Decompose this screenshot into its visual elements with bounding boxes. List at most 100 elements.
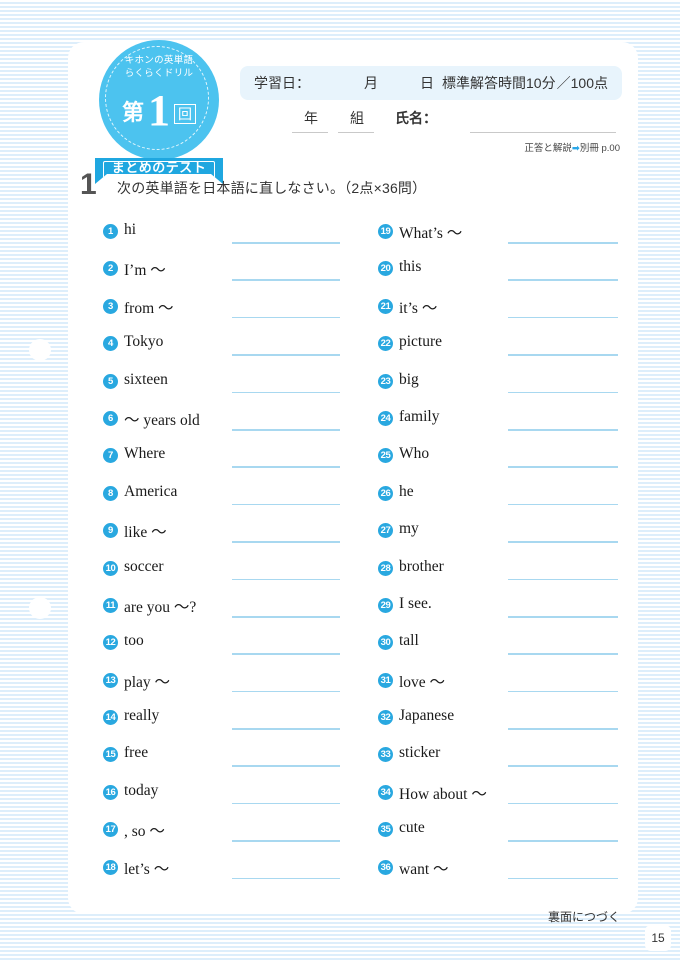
vocab-answer-line[interactable] bbox=[232, 840, 340, 842]
vocab-item-word: picture bbox=[399, 333, 443, 351]
vocab-answer-line[interactable] bbox=[232, 877, 340, 880]
vocab-answer-line[interactable] bbox=[232, 653, 340, 655]
vocab-answer-line[interactable] bbox=[232, 503, 340, 506]
vocab-answer-line[interactable] bbox=[508, 765, 618, 768]
vocab-item-number: 31 bbox=[378, 672, 393, 688]
answer-ref-text-before: 正答と解説 bbox=[524, 143, 572, 154]
study-info-bar: 学習日： 月 日 標準解答時間10分 ／100点 bbox=[240, 66, 622, 100]
vocab-item-word: he bbox=[399, 482, 414, 500]
vocab-answer-line[interactable] bbox=[508, 690, 618, 693]
vocab-answer-line[interactable] bbox=[508, 728, 618, 730]
binding-hole-bottom bbox=[29, 597, 51, 619]
question-number: 1 bbox=[80, 168, 97, 201]
continue-note: 裏面につづく bbox=[547, 910, 620, 924]
vocab-item-word: sixteen bbox=[124, 370, 168, 388]
vocab-answer-line[interactable] bbox=[508, 578, 618, 581]
vocab-item-word: from ～ bbox=[124, 299, 174, 317]
vocab-answer-line[interactable] bbox=[232, 802, 340, 805]
student-name-row: 年 組 氏名： bbox=[240, 106, 622, 136]
vocab-item-word: soccer bbox=[124, 557, 164, 575]
vocab-item-number: 13 bbox=[103, 672, 118, 688]
year-label: 年 bbox=[304, 110, 318, 126]
answer-ref-text-after: 別冊 p.00 bbox=[579, 143, 620, 154]
name-label: 氏名： bbox=[395, 110, 437, 126]
vocab-answer-line[interactable] bbox=[508, 615, 618, 618]
vocab-item-number: 29 bbox=[378, 597, 393, 613]
badge-kai-label: 回 bbox=[174, 104, 196, 124]
badge-subtitle-line1: キホンの英単語 bbox=[124, 55, 194, 66]
vocab-item-number: 36 bbox=[378, 859, 393, 875]
vocab-answer-line[interactable] bbox=[508, 391, 618, 394]
vocab-item-number: 26 bbox=[378, 485, 393, 501]
vocab-answer-line[interactable] bbox=[232, 690, 340, 693]
vocab-answer-line[interactable] bbox=[232, 316, 340, 319]
vocab-answer-line[interactable] bbox=[508, 877, 618, 880]
vocab-answer-line[interactable] bbox=[508, 316, 618, 319]
badge-subtitle: キホンの英単語 らくらくドリル bbox=[99, 54, 219, 80]
question-instruction: 次の英単語を日本語に直しなさい。（2点×36問） bbox=[117, 180, 427, 196]
vocab-answer-line[interactable] bbox=[232, 541, 340, 543]
score-label: ／100点 bbox=[556, 75, 608, 91]
vocab-answer-line[interactable] bbox=[232, 279, 340, 281]
day-label: 日 bbox=[420, 75, 434, 91]
vocab-item-word: today bbox=[124, 781, 159, 799]
vocab-item-number: 19 bbox=[378, 224, 393, 239]
class-input-line[interactable] bbox=[338, 132, 374, 133]
vocab-answer-line[interactable] bbox=[232, 391, 340, 394]
vocab-answer-line[interactable] bbox=[508, 466, 618, 468]
vocab-item-number: 34 bbox=[378, 784, 393, 800]
vocab-item-word: , so ～ bbox=[124, 823, 165, 841]
name-input-line[interactable] bbox=[470, 132, 616, 133]
vocab-item-number: 24 bbox=[378, 410, 393, 426]
vocab-answer-line[interactable] bbox=[508, 802, 618, 805]
vocab-answer-line[interactable] bbox=[232, 242, 340, 244]
study-date-label: 学習日： bbox=[254, 75, 310, 91]
badge-number: 1 bbox=[148, 86, 170, 135]
year-input-line[interactable] bbox=[292, 132, 328, 133]
vocab-answer-line[interactable] bbox=[508, 428, 618, 431]
vocab-answer-line[interactable] bbox=[232, 428, 340, 431]
vocab-item-word: too bbox=[124, 632, 144, 650]
vocab-item-number: 28 bbox=[378, 560, 393, 576]
vocab-answer-line[interactable] bbox=[508, 279, 618, 281]
vocab-item-word: What’s ～ bbox=[399, 225, 463, 242]
vocab-item-number: 6 bbox=[103, 410, 118, 426]
vocab-answer-line[interactable] bbox=[508, 653, 618, 655]
vocab-answer-line[interactable] bbox=[508, 840, 618, 842]
vocab-answer-line[interactable] bbox=[232, 466, 340, 468]
vocab-item-word: it’s ～ bbox=[399, 299, 438, 317]
vocab-item-word: really bbox=[124, 707, 160, 725]
vocab-item-word: Who bbox=[399, 445, 430, 463]
class-label: 組 bbox=[350, 110, 364, 126]
vocab-item-word: America bbox=[124, 482, 178, 500]
vocab-item-word: like ～ bbox=[124, 524, 167, 542]
vocab-item-word: cute bbox=[399, 819, 425, 837]
vocab-item-number: 16 bbox=[103, 784, 118, 800]
vocab-item-word: want ～ bbox=[399, 860, 449, 878]
vocab-answer-line[interactable] bbox=[232, 615, 340, 618]
vocab-answer-line[interactable] bbox=[508, 354, 618, 356]
vocab-item-number: 21 bbox=[378, 298, 393, 314]
vocab-item-word: How about ～ bbox=[399, 785, 487, 803]
vocab-item-number: 1 bbox=[103, 224, 118, 239]
page-number-badge: 15 bbox=[645, 925, 671, 951]
vocab-answer-line[interactable] bbox=[232, 354, 340, 356]
vocab-answer-line[interactable] bbox=[508, 541, 618, 543]
vocab-answer-line[interactable] bbox=[232, 765, 340, 768]
answer-reference-note: 正答と解説➡別冊 p.00 bbox=[0, 140, 638, 154]
vocab-answer-line[interactable] bbox=[508, 242, 618, 244]
vocab-item-word: let’s ～ bbox=[124, 860, 170, 878]
badge-dai-label: 第 bbox=[121, 100, 144, 125]
badge-subtitle-line2: らくらくドリル bbox=[124, 68, 194, 79]
vocab-item-number: 32 bbox=[378, 710, 393, 726]
badge-lesson-number: 第1 回 bbox=[99, 85, 219, 136]
vocab-item-word: ～ years old bbox=[124, 411, 200, 429]
arrow-icon: ➡ bbox=[571, 143, 580, 154]
vocab-item-word: Where bbox=[124, 445, 166, 463]
vocab-answer-line[interactable] bbox=[232, 728, 340, 730]
vocab-answer-line[interactable] bbox=[232, 578, 340, 581]
vocab-item-word: Tokyo bbox=[124, 333, 164, 351]
binding-hole-top bbox=[29, 339, 51, 361]
vocab-answer-line[interactable] bbox=[508, 503, 618, 506]
vocab-item-number: 5 bbox=[103, 373, 118, 389]
